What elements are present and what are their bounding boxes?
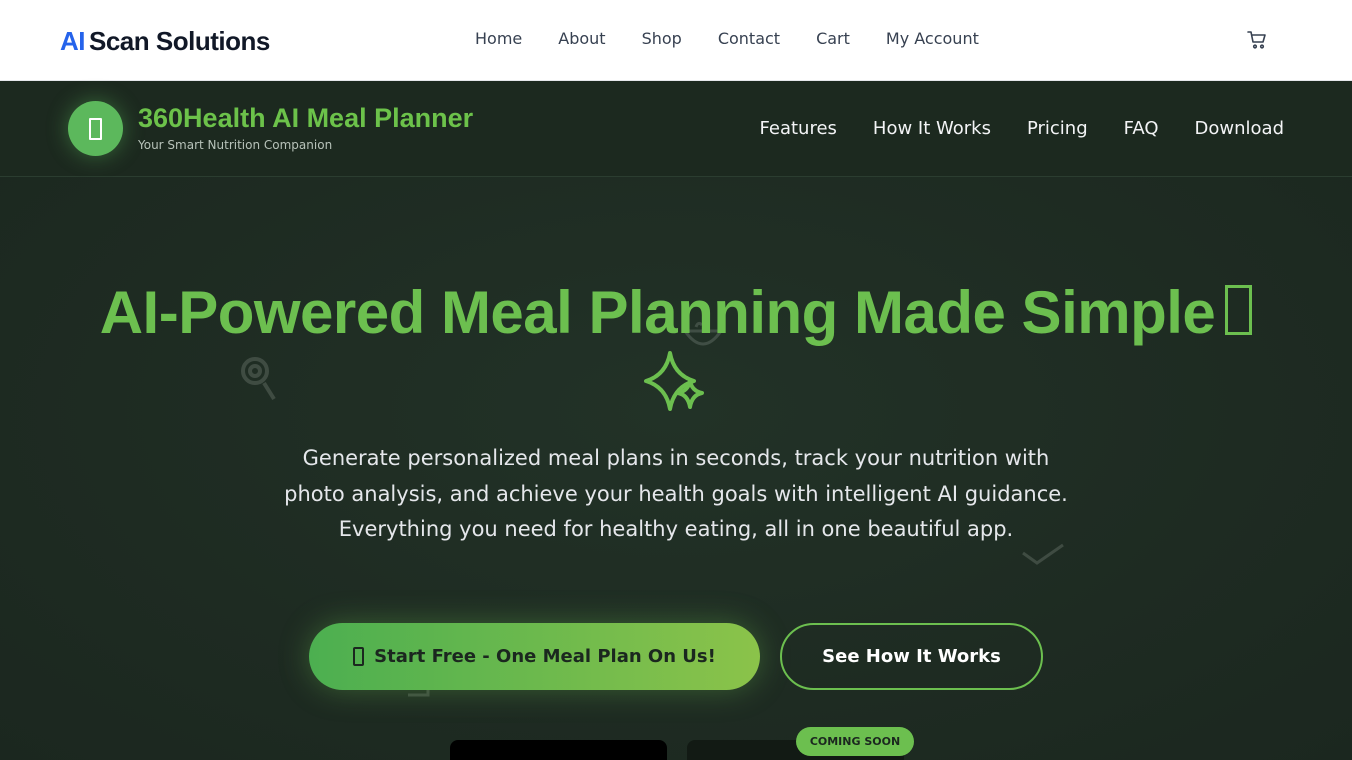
phone-icon: [89, 117, 102, 140]
site-header: AI Scan Solutions Home About Shop Contact…: [0, 0, 1352, 81]
nav-home[interactable]: Home: [475, 29, 522, 48]
hero-description: Generate personalized meal plans in seco…: [284, 446, 1068, 541]
app-nav-how-it-works[interactable]: How It Works: [873, 118, 991, 139]
nav-contact[interactable]: Contact: [718, 29, 780, 48]
phone-icon: [353, 647, 365, 666]
nav-about[interactable]: About: [558, 29, 605, 48]
app-title: 360Health AI Meal Planner: [138, 103, 474, 133]
start-free-button[interactable]: Start Free - One Meal Plan On Us!: [309, 623, 760, 690]
brand-prefix: AI: [60, 26, 86, 56]
app-nav-download[interactable]: Download: [1195, 118, 1284, 139]
cart-icon[interactable]: [1247, 31, 1267, 49]
sparkle-icon: [644, 351, 704, 411]
app-nav-faq[interactable]: FAQ: [1124, 118, 1159, 139]
app-nav-pricing[interactable]: Pricing: [1027, 118, 1088, 139]
app-nav: Features How It Works Pricing FAQ Downlo…: [760, 118, 1284, 139]
app-subtitle: Your Smart Nutrition Companion: [138, 138, 333, 152]
site-nav: Home About Shop Contact Cart My Account: [475, 29, 979, 48]
nav-shop[interactable]: Shop: [642, 29, 682, 48]
hero-title-text: AI-Powered Meal Planning Made Simple: [99, 279, 1216, 346]
nav-cart[interactable]: Cart: [816, 29, 850, 48]
app-nav-features[interactable]: Features: [760, 118, 837, 139]
missing-glyph-icon: [1225, 285, 1253, 335]
hero-title: AI-Powered Meal Planning Made Simple: [0, 277, 1352, 349]
nav-my-account[interactable]: My Account: [886, 29, 979, 48]
hero-section: AI-Powered Meal Planning Made Simple Gen…: [0, 177, 1352, 760]
magnifier-deco-icon: [241, 357, 276, 401]
app-header: 360Health AI Meal Planner Your Smart Nut…: [0, 81, 1352, 177]
see-how-it-works-label: See How It Works: [822, 646, 1001, 667]
app-logo[interactable]: [68, 101, 123, 156]
coming-soon-badge: COMING SOON: [796, 727, 914, 756]
site-logo[interactable]: AI Scan Solutions: [60, 26, 270, 57]
start-free-label: Start Free - One Meal Plan On Us!: [374, 646, 716, 667]
brand-name: Scan Solutions: [89, 26, 270, 56]
see-how-it-works-button[interactable]: See How It Works: [780, 623, 1043, 690]
app-store-badge[interactable]: [450, 740, 667, 760]
